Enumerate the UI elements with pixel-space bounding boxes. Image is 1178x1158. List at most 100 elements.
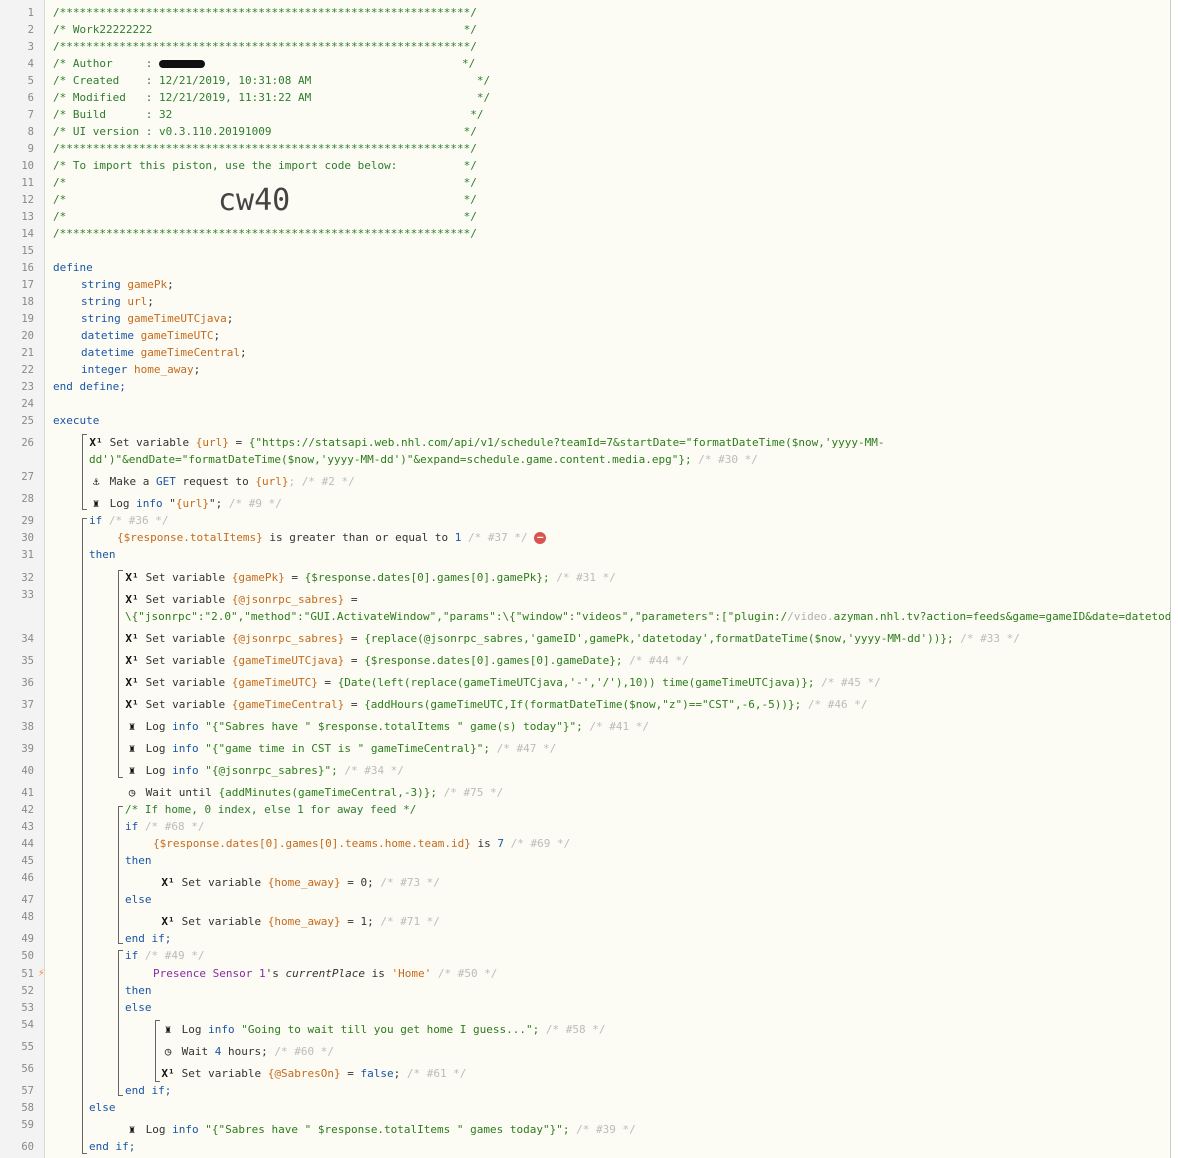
statement-set-url[interactable]: X¹ Set variable {url} = {"https://statsa… [89,436,884,450]
if-statement[interactable]: if /* #36 */ [89,514,168,528]
line-number: 48 [21,911,34,923]
code-editor[interactable]: 1 2 3 4 5 6 7 8 9 10 11 12 13 14 15 16 17 18 19 20 21 22 23 24 2… [0,0,1171,1158]
line-number: 13 [21,211,34,223]
anchor-icon: ⚓ [92,475,100,488]
statement-set-gametimeutc[interactable]: X¹ Set variable {gameTimeUTC} = {Date(le… [125,676,880,690]
log-icon: ♜ [92,497,100,510]
comment-home-away: /* If home, 0 index, else 1 for away fee… [125,803,417,816]
line-number: 26 [21,437,34,449]
variable-type: datetime [81,329,141,342]
log-icon: ♜ [128,1123,136,1136]
line-number: 14 [21,228,34,240]
line-number: 58 [21,1102,34,1114]
set-variable-icon: X¹ [125,571,139,584]
set-variable-icon: X¹ [161,915,175,928]
line-number: 33 [21,589,34,601]
statement-log-url[interactable]: ♜ Log info "{url}"; /* #9 */ [89,497,282,511]
statement-set-home-away-0[interactable]: X¹ Set variable {home_away} = 0; /* #73 … [161,876,440,890]
line-number: 38 [21,721,34,733]
define-variable[interactable]: datetime gameTimeCentral; [81,346,247,360]
variable-type: string [81,295,128,308]
line-number: 59 [21,1119,34,1131]
set-variable-icon: X¹ [125,676,139,689]
header-author: /* Author : */ [53,57,476,70]
variable-type: string [81,278,128,291]
line-number: 5 [27,75,34,87]
define-variable[interactable]: datetime gameTimeUTC; [81,329,220,343]
set-variable-icon: X¹ [89,436,103,449]
set-variable-icon: X¹ [161,876,175,889]
statement-log-gametime[interactable]: ♜ Log info "{"game time in CST is " game… [125,742,557,756]
if-presence-statement[interactable]: if /* #49 */ [125,949,204,963]
line-number: 49 [21,933,34,945]
header-blank: /* */ [53,210,477,223]
line-number: 45 [21,855,34,867]
statement-wait-until[interactable]: ◷ Wait until {addMinutes(gameTimeCentral… [125,786,504,800]
then-keyword: then [89,548,116,561]
statement-log-jsonrpc[interactable]: ♜ Log info "{@jsonrpc_sabres}"; /* #34 *… [125,764,404,778]
statement-set-url-continued: dd')"&endDate="formatDateTime($now,'yyyy… [89,453,758,466]
statement-set-gamepk[interactable]: X¹ Set variable {gamePk} = {$response.da… [125,571,615,585]
statement-set-jsonrpc-continued: \{"jsonrpc":"2.0","method":"GUI.Activate… [125,610,1171,623]
define-keyword: define [53,261,93,274]
then-statements-bracket [118,570,123,778]
line-number: 30 [21,532,34,544]
define-variable[interactable]: integer home_away; [81,363,200,377]
statement-replace-jsonrpc[interactable]: X¹ Set variable {@jsonrpc_sabres} = {rep… [125,632,1019,646]
else-statements-bracket [155,1020,160,1082]
remove-condition-icon[interactable]: – [534,532,547,544]
semicolon: ; [239,346,247,359]
log-icon: ♜ [164,1023,172,1036]
end-if-keyword: end if; [125,1084,172,1097]
clock-icon: ◷ [164,1045,172,1058]
line-number: 40 [21,765,34,777]
line-number: 57 [21,1085,34,1097]
condition-total-items[interactable]: {$response.totalItems} is greater than o… [117,531,547,545]
variable-name: home_away [133,363,194,376]
variable-name: gameTimeUTC [140,329,214,342]
statement-http-request[interactable]: ⚓ Make a GET request to {url}; /* #2 */ [89,475,355,489]
line-number: 19 [21,313,34,325]
define-variable[interactable]: string gamePk; [81,278,174,292]
then-keyword: then [125,854,152,867]
statement-log-games-else[interactable]: ♜ Log info "{"Sabres have " $response.to… [125,1123,636,1137]
statement-wait-hours[interactable]: ◷ Wait 4 hours; /* #60 */ [161,1045,334,1059]
define-variable[interactable]: string url; [81,295,154,309]
header-ui-version: /* UI version : v0.3.110.20191009 */ [53,125,477,138]
condition-home-team[interactable]: {$response.dates[0].games[0].teams.home.… [153,837,570,851]
statement-set-sabreson[interactable]: X¹ Set variable {@SabresOn} = false; /* … [161,1067,466,1081]
define-variable[interactable]: string gameTimeUTCjava; [81,312,233,326]
then-keyword: then [125,984,152,997]
statement-set-gametimecentral[interactable]: X¹ Set variable {gameTimeCentral} = {add… [125,698,867,712]
line-number: 8 [27,126,34,138]
line-number: 7 [27,109,34,121]
line-number: 43 [21,821,34,833]
statement-set-jsonrpc[interactable]: X¹ Set variable {@jsonrpc_sabres} = [125,593,364,607]
line-number: 54 [21,1019,34,1031]
statement-log-wait-home[interactable]: ♜ Log info "Going to wait till you get h… [161,1023,606,1037]
if-home-statement[interactable]: if /* #68 */ [125,820,204,834]
line-number: 37 [21,699,34,711]
statement-set-home-away-1[interactable]: X¹ Set variable {home_away} = 1; /* #71 … [161,915,440,929]
semicolon: ; [147,295,154,308]
line-number: 35 [21,655,34,667]
end-if-keyword: end if; [125,932,172,945]
line-number: 11 [21,177,34,189]
clock-icon: ◷ [128,786,136,799]
line-number: 4 [27,58,34,70]
line-number: 42 [21,804,34,816]
variable-type: integer [81,363,134,376]
statement-set-gametimeutcjava[interactable]: X¹ Set variable {gameTimeUTCjava} = {$re… [125,654,688,668]
line-number: 20 [21,330,34,342]
line-number: 34 [21,633,34,645]
statement-group-bracket [82,434,87,510]
line-number: 15 [21,245,34,257]
line-number: 55 [21,1041,34,1053]
variable-name: gameTimeUTCjava [127,312,227,325]
statement-log-games[interactable]: ♜ Log info "{"Sabres have " $response.to… [125,720,649,734]
line-number: 29 [21,515,34,527]
if-block-bracket [82,518,87,1154]
header-modified: /* Modified : 12/21/2019, 11:31:22 AM */ [53,91,491,104]
condition-presence-sensor[interactable]: Presence Sensor 1's currentPlace is 'Hom… [153,967,497,981]
header-title: /* Work22222222 */ [53,23,477,36]
